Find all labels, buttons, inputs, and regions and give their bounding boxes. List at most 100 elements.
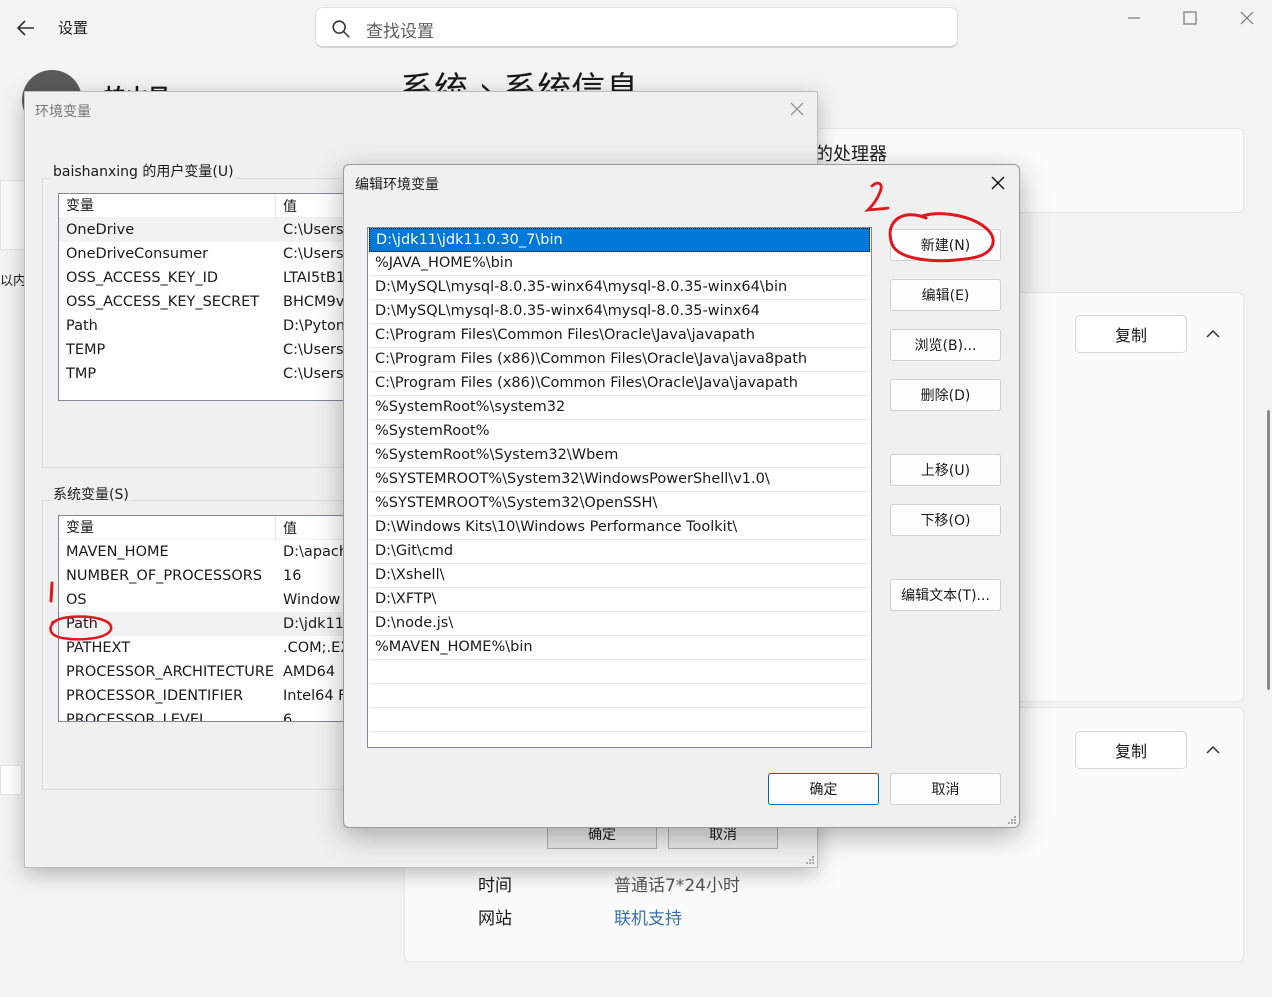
chevron-up-icon[interactable] xyxy=(1203,740,1223,760)
var-value: AMD64 xyxy=(283,664,336,680)
left-panel-button[interactable] xyxy=(0,765,22,795)
table-row[interactable]: OneDrive C:\Users\ xyxy=(59,218,357,242)
maximize-icon[interactable] xyxy=(1178,6,1202,30)
var-name: PROCESSOR_IDENTIFIER xyxy=(66,688,244,704)
processor-text: 的处理器 xyxy=(815,144,887,165)
minimize-icon[interactable] xyxy=(1122,6,1146,30)
table-row[interactable]: OneDriveConsumer C:\Users\ xyxy=(59,242,357,266)
col-header-var[interactable]: 变量 xyxy=(59,516,276,540)
var-name: TMP xyxy=(66,366,97,382)
path-entry[interactable]: C:\Program Files\Common Files\Oracle\Jav… xyxy=(369,324,870,348)
var-value: .COM;.EX xyxy=(283,640,351,656)
edit-dialog-title: 编辑环境变量 xyxy=(355,177,439,193)
edit-ok-button[interactable]: 确定 xyxy=(768,773,879,805)
path-entry[interactable]: D:\Xshell\ xyxy=(369,564,870,588)
var-name: OneDrive xyxy=(66,222,135,238)
env-dialog-title: 环境变量 xyxy=(35,104,91,120)
edit-text-button[interactable]: 编辑文本(T)... xyxy=(890,579,1001,611)
close-icon[interactable] xyxy=(1235,6,1259,30)
copy-button-device[interactable]: 复制 xyxy=(1075,315,1187,353)
var-value: C:\Users\ xyxy=(283,246,349,262)
table-row[interactable]: Path D:\Pyton xyxy=(59,314,357,338)
var-value: C:\Users\ xyxy=(283,366,349,382)
path-entry[interactable]: C:\Program Files (x86)\Common Files\Orac… xyxy=(369,348,870,372)
path-entry[interactable]: %SystemRoot%\system32 xyxy=(369,396,870,420)
var-value: 6 xyxy=(283,712,293,722)
path-entry[interactable]: D:\MySQL\mysql-8.0.35-winx64\mysql-8.0.3… xyxy=(369,276,870,300)
table-row[interactable]: OSS_ACCESS_KEY_ID LTAI5tB1 xyxy=(59,266,357,290)
path-entry[interactable]: D:\XFTP\ xyxy=(369,588,870,612)
move-down-button[interactable]: 下移(O) xyxy=(890,504,1001,536)
path-entry[interactable]: D:\MySQL\mysql-8.0.35-winx64\mysql-8.0.3… xyxy=(369,300,870,324)
table-row[interactable]: MAVEN_HOME D:\apach xyxy=(59,540,357,564)
path-entry[interactable]: %SYSTEMROOT%\System32\WindowsPowerShell\… xyxy=(369,468,870,492)
var-name: OneDriveConsumer xyxy=(66,246,209,262)
settings-scrollbar[interactable] xyxy=(1267,410,1270,690)
annotation-mark-1 xyxy=(49,581,113,641)
var-name: MAVEN_HOME xyxy=(66,544,169,560)
path-entry[interactable]: %SYSTEMROOT%\System32\OpenSSH\ xyxy=(369,492,870,516)
var-value: C:\Users\ xyxy=(283,222,349,238)
var-value: Intel64 F xyxy=(283,688,347,704)
support-label-time: 时间 xyxy=(478,876,512,896)
var-value: Window xyxy=(283,592,341,608)
back-arrow-icon[interactable] xyxy=(14,16,38,40)
path-entry[interactable]: C:\Program Files (x86)\Common Files\Orac… xyxy=(369,372,870,396)
table-row[interactable]: TMP C:\Users\ xyxy=(59,362,357,386)
var-name: TEMP xyxy=(66,342,106,358)
copy-button-support[interactable]: 复制 xyxy=(1075,731,1187,769)
var-value: LTAI5tB1 xyxy=(283,270,346,286)
settings-title: 设置 xyxy=(58,19,89,37)
var-value: C:\Users\ xyxy=(283,342,349,358)
table-row[interactable]: PROCESSOR_IDENTIFIER Intel64 F xyxy=(59,684,357,708)
table-row[interactable]: TEMP C:\Users\ xyxy=(59,338,357,362)
table-row[interactable]: PROCESSOR_ARCHITECTURE AMD64 xyxy=(59,660,357,684)
move-up-button[interactable]: 上移(U) xyxy=(890,454,1001,486)
path-entry[interactable]: %MAVEN_HOME%\bin xyxy=(369,636,870,660)
settings-search-box[interactable]: 查找设置 xyxy=(315,7,958,48)
resize-grip-icon[interactable] xyxy=(1005,813,1017,825)
search-placeholder: 查找设置 xyxy=(366,22,434,42)
system-vars-label: 系统变量(S) xyxy=(51,484,131,504)
left-panel-strip xyxy=(0,180,26,250)
table-row[interactable]: OSS_ACCESS_KEY_SECRET BHCM9v xyxy=(59,290,357,314)
path-entry[interactable]: %SystemRoot%\System32\Wbem xyxy=(369,444,870,468)
var-name: OSS_ACCESS_KEY_SECRET xyxy=(66,294,260,310)
var-name: Path xyxy=(66,318,98,334)
var-name: PROCESSOR_ARCHITECTURE xyxy=(66,664,275,680)
var-value: D:\Pyton xyxy=(283,318,346,334)
var-name: PROCESSOR_LEVEL xyxy=(66,712,208,722)
delete-button[interactable]: 删除(D) xyxy=(890,379,1001,411)
user-vars-label: baishanxing 的用户变量(U) xyxy=(51,161,236,181)
path-entry[interactable]: D:\Windows Kits\10\Windows Performance T… xyxy=(369,516,870,540)
chevron-up-icon[interactable] xyxy=(1203,324,1223,344)
path-entry[interactable]: D:\Git\cmd xyxy=(369,540,870,564)
col-header-val[interactable]: 值 xyxy=(276,518,297,538)
path-entry[interactable]: %JAVA_HOME%\bin xyxy=(369,252,870,276)
support-label-website: 网站 xyxy=(478,909,512,929)
path-entry[interactable]: %SystemRoot% xyxy=(369,420,870,444)
var-name: OSS_ACCESS_KEY_ID xyxy=(66,270,219,286)
col-header-var[interactable]: 变量 xyxy=(59,194,276,218)
support-value-time: 普通话7*24小时 xyxy=(614,876,740,896)
path-entry[interactable]: D:\jdk11\jdk11.0.30_7\bin xyxy=(369,228,870,252)
path-entry-empty[interactable] xyxy=(369,660,870,684)
var-value: D:\apach xyxy=(283,544,349,560)
var-value: 16 xyxy=(283,568,302,584)
path-entry[interactable]: D:\node.js\ xyxy=(369,612,870,636)
var-value: BHCM9v xyxy=(283,294,345,310)
path-entry-empty[interactable] xyxy=(369,708,870,732)
browse-button[interactable]: 浏览(B)... xyxy=(890,329,1001,361)
col-header-val[interactable]: 值 xyxy=(276,196,297,216)
var-value: D:\jdk11 xyxy=(283,616,345,632)
table-row[interactable]: PROCESSOR_LEVEL 6 xyxy=(59,708,357,722)
user-vars-list[interactable]: 变量 值 OneDrive C:\Users\ OneDriveConsumer C:… xyxy=(58,193,358,401)
resize-grip-icon[interactable] xyxy=(803,853,815,865)
list-header: 变量 值 xyxy=(59,194,357,218)
close-icon[interactable] xyxy=(789,101,805,117)
support-link[interactable]: 联机支持 xyxy=(614,904,682,929)
edit-cancel-button[interactable]: 取消 xyxy=(890,773,1001,805)
path-entry-empty[interactable] xyxy=(369,684,870,708)
edit-button[interactable]: 编辑(E) xyxy=(890,279,1001,311)
path-list[interactable]: D:\jdk11\jdk11.0.30_7\bin %JAVA_HOME%\bin… xyxy=(367,227,872,748)
